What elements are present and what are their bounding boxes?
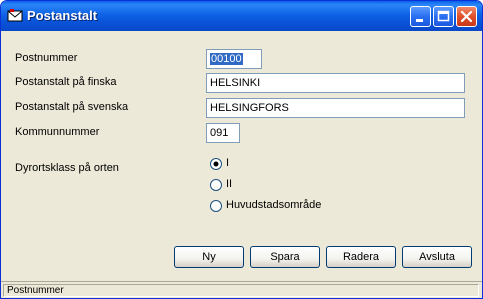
close-icon: [460, 10, 473, 23]
exit-button[interactable]: Avsluta: [402, 246, 472, 268]
radio-label-i: I: [226, 157, 230, 169]
svenska-input[interactable]: HELSINGFORS: [206, 98, 465, 118]
radio-label-huvudstadsomrade: Huvudstadsområde: [226, 199, 322, 211]
maximize-button[interactable]: [433, 6, 454, 27]
delete-button[interactable]: Radera: [326, 246, 396, 268]
finska-label: Postanstalt på finska: [15, 76, 117, 88]
postnummer-value: 00100: [210, 53, 243, 65]
radio-label-ii: II: [226, 178, 233, 190]
form-area: Postnummer 00100 Postanstalt på finska H…: [4, 31, 479, 281]
svenska-label: Postanstalt på svenska: [15, 101, 129, 113]
new-button[interactable]: Ny: [174, 246, 244, 268]
status-text: Postnummer: [7, 285, 64, 296]
status-bar: Postnummer: [1, 281, 482, 298]
mail-app-icon: [7, 9, 23, 22]
save-button[interactable]: Spara: [250, 246, 320, 268]
save-button-label: Spara: [270, 251, 300, 263]
svenska-value: HELSINGFORS: [210, 102, 289, 114]
finska-value: HELSINKI: [210, 77, 261, 89]
postnummer-input[interactable]: 00100: [206, 49, 262, 69]
radio-button-selected[interactable]: [210, 158, 222, 170]
kommun-label: Kommunnummer: [15, 126, 100, 138]
window-title: Postanstalt: [27, 8, 98, 23]
postanstalt-window: Postanstalt Postnummer 00100 Postanstalt…: [0, 0, 483, 299]
title-bar[interactable]: Postanstalt: [1, 1, 482, 31]
maximize-icon: [437, 10, 450, 22]
kommun-value: 091: [210, 127, 229, 139]
kommun-input[interactable]: 091: [206, 123, 240, 143]
minimize-button[interactable]: [410, 6, 431, 27]
finska-input[interactable]: HELSINKI: [206, 73, 465, 93]
minimize-icon: [416, 19, 423, 22]
dyrort-label: Dyrortsklass på orten: [15, 162, 119, 174]
delete-button-label: Radera: [342, 251, 380, 263]
radio-button[interactable]: [210, 179, 222, 191]
status-panel: Postnummer: [3, 284, 479, 297]
postnummer-label: Postnummer: [15, 52, 78, 64]
exit-button-label: Avsluta: [419, 251, 455, 263]
close-button[interactable]: [456, 6, 477, 27]
radio-button[interactable]: [210, 200, 222, 212]
new-button-label: Ny: [202, 251, 216, 263]
